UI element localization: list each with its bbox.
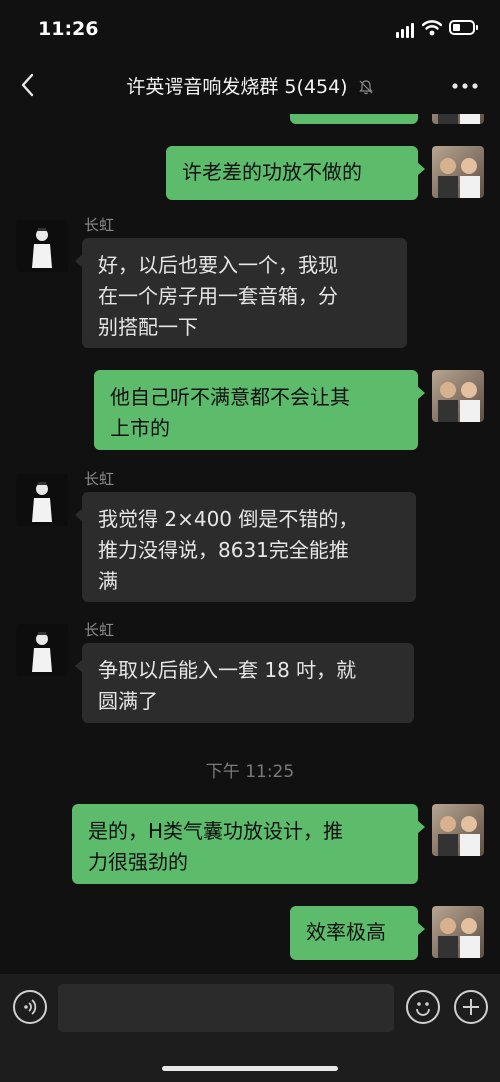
people-photo-icon (438, 382, 480, 422)
status-bar: 11:26 (0, 0, 500, 58)
muted-bell-icon (358, 80, 373, 95)
chat-area: 许老差的功放不做的 长虹 好，以后也要入一个，我现 在一个房子用一套音箱，分 别… (0, 114, 500, 974)
more-options-icon[interactable] (450, 74, 480, 98)
sender-name: 长虹 (84, 216, 115, 234)
nav-bar: 许英谔音响发烧群 5(454) (0, 58, 500, 114)
plus-icon[interactable] (454, 990, 488, 1024)
group-name: 许英谔音响发烧群 5(454) (126, 76, 348, 98)
my-avatar[interactable] (432, 906, 484, 958)
people-photo-icon (438, 158, 480, 198)
person-photo-icon (32, 482, 52, 522)
battery-icon (449, 20, 478, 35)
person-photo-icon (32, 228, 52, 268)
person-photo-icon (32, 632, 52, 672)
message-bubble[interactable]: 效率极高 (290, 906, 425, 960)
emoji-icon[interactable] (406, 990, 440, 1024)
signal-icon (396, 22, 416, 38)
message-bubble[interactable]: 争取以后能入一套 18 吋，就 圆满了 (75, 643, 414, 723)
contact-avatar[interactable] (16, 474, 68, 526)
message-bubble[interactable]: 是的，H类气囊功放设计，推 力很强劲的 (72, 804, 425, 884)
message-bubble[interactable]: 许老差的功放不做的 (166, 146, 425, 200)
my-avatar[interactable] (432, 804, 484, 856)
contact-avatar[interactable] (16, 624, 68, 676)
message-bubble-partial[interactable] (290, 114, 418, 124)
message-bubble[interactable]: 我觉得 2×400 倒是不错的， 推力没得说，8631完全能推 满 (75, 492, 416, 602)
my-avatar[interactable] (432, 114, 484, 124)
message-input[interactable] (58, 984, 394, 1032)
sender-name: 长虹 (84, 470, 115, 488)
message-timestamp: 下午 11:25 (205, 762, 295, 782)
message-bubble[interactable]: 好，以后也要入一个，我现 在一个房子用一套音箱，分 别搭配一下 (75, 238, 407, 348)
people-photo-icon (438, 114, 480, 124)
chat-title: 许英谔音响发烧群 5(454) (0, 72, 500, 99)
people-photo-icon (438, 918, 480, 958)
my-avatar[interactable] (432, 370, 484, 422)
home-indicator[interactable] (162, 1066, 338, 1071)
voice-input-icon[interactable] (13, 990, 47, 1024)
wifi-icon (422, 20, 442, 36)
contact-avatar[interactable] (16, 220, 68, 272)
sender-name: 长虹 (84, 621, 115, 639)
status-time: 11:26 (38, 18, 99, 40)
people-photo-icon (438, 816, 480, 856)
my-avatar[interactable] (432, 146, 484, 198)
message-bubble[interactable]: 他自己听不满意都不会让其 上市的 (94, 370, 425, 450)
